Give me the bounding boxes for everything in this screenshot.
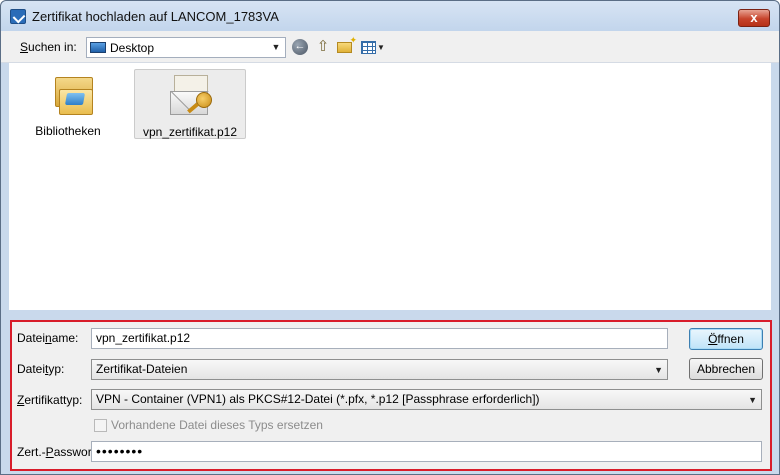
certtype-label: Zertifikattyp: (17, 393, 83, 407)
lookin-dropdown[interactable]: Desktop ▼ (86, 37, 286, 58)
chevron-down-icon[interactable]: ▼ (270, 41, 282, 54)
window-title: Zertifikat hochladen auf LANCOM_1783VA (32, 9, 279, 24)
replace-file-checkbox[interactable] (94, 419, 107, 432)
lookin-label: Suchen in: (20, 40, 77, 54)
toolbar: Suchen in: Desktop ▼ ← ⇧ ▼ (1, 31, 779, 63)
certtype-value: VPN - Container (VPN1) als PKCS#12-Datei… (96, 392, 540, 406)
title-bar[interactable]: Zertifikat hochladen auf LANCOM_1783VA x (1, 1, 779, 31)
filetype-select[interactable]: Zertifikat-Dateien ▼ (91, 359, 668, 380)
view-menu-icon[interactable] (361, 41, 376, 54)
replace-file-label: Vorhandene Datei dieses Typs ersetzen (111, 418, 323, 432)
certtype-select[interactable]: VPN - Container (VPN1) als PKCS#12-Datei… (91, 389, 762, 410)
lookin-value: Desktop (110, 41, 155, 55)
file-label: vpn_zertifikat.p12 (142, 125, 238, 139)
back-icon[interactable]: ← (292, 39, 308, 55)
desktop-icon (90, 42, 106, 53)
up-folder-icon[interactable]: ⇧ (314, 39, 332, 56)
file-list: Bibliotheken vpn_zertifikat.p12 (9, 63, 771, 310)
password-label: Zert.-Passwort: (17, 445, 99, 459)
open-button[interactable]: Öffnen (689, 328, 763, 350)
file-label: Bibliotheken (35, 124, 101, 138)
dialog-window: Zertifikat hochladen auf LANCOM_1783VA x… (0, 0, 780, 475)
cancel-button[interactable]: Abbrechen (689, 358, 763, 380)
chevron-down-icon[interactable]: ▼ (654, 363, 663, 378)
app-icon (10, 9, 26, 24)
view-menu-arrow-icon[interactable]: ▼ (377, 43, 385, 52)
filename-label: Dateiname: (17, 331, 79, 345)
file-item-vpn-zertifikat[interactable]: vpn_zertifikat.p12 (134, 69, 246, 139)
filename-input[interactable]: vpn_zertifikat.p12 (91, 328, 668, 349)
library-folder-icon (55, 75, 93, 115)
close-button[interactable]: x (738, 9, 770, 27)
new-folder-icon[interactable] (337, 35, 357, 53)
file-item-bibliotheken[interactable]: Bibliotheken (12, 69, 124, 139)
filetype-label: Dateityp: (17, 362, 65, 376)
certificate-envelope-icon (170, 75, 214, 117)
chevron-down-icon[interactable]: ▼ (748, 393, 757, 408)
password-input[interactable]: •••••••• (91, 441, 762, 462)
filetype-value: Zertifikat-Dateien (96, 362, 188, 376)
options-panel: Dateiname: vpn_zertifikat.p12 Öffnen Dat… (10, 320, 772, 471)
